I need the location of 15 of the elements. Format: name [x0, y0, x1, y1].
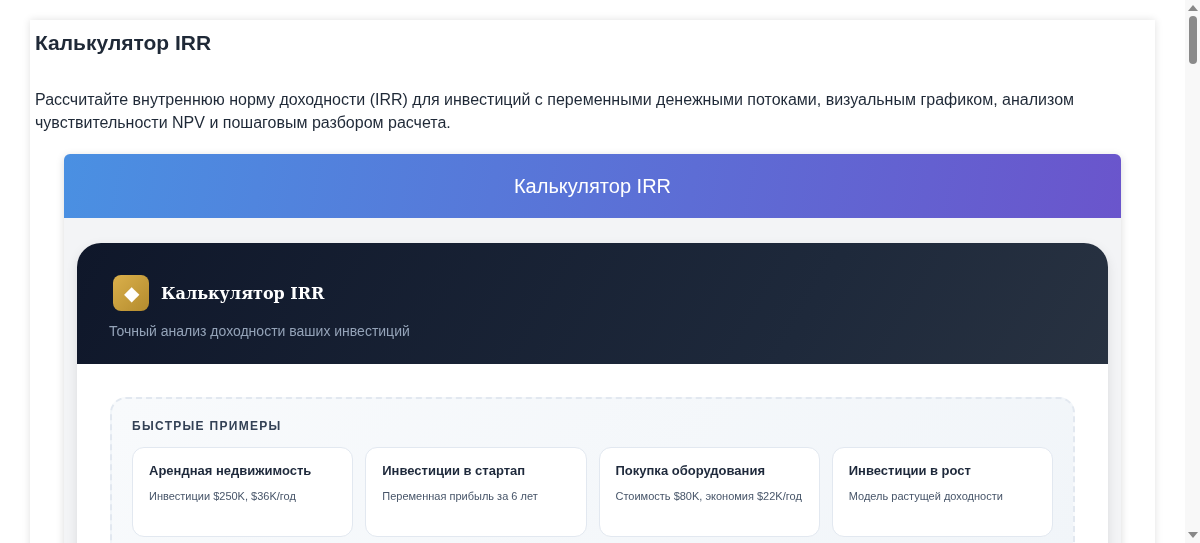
page-description: Рассчитайте внутреннюю норму доходности (IRR) для инвестиций с переменными денежными потоками, визуальным графиком, анализом чувствительности NPV и пошаговым разбором расчета. — [35, 90, 1076, 133]
diamond-logo-icon: ◆ — [113, 275, 149, 311]
brand-subtitle: Точный анализ доходности ваших инвестиций — [109, 323, 411, 339]
example-card[interactable]: Инвестиции в стартап Переменная прибыль за 6 лет — [365, 447, 587, 537]
scrollbar-thumb[interactable] — [1188, 16, 1197, 64]
example-card[interactable]: Покупка оборудования Стоимость $80K, экономия $22K/год — [598, 447, 820, 537]
scroll-up-icon[interactable] — [1187, 5, 1198, 11]
example-card[interactable]: Арендная недвижимость Инвестиции $250K, $36K/год — [132, 447, 354, 537]
banner-title: Калькулятор IRR — [513, 174, 672, 198]
page-title: Калькулятор IRR — [35, 30, 213, 56]
scrollbar[interactable] — [1185, 0, 1200, 543]
scroll-down-icon[interactable] — [1187, 532, 1198, 538]
brand-title: Калькулятор IRR — [161, 283, 325, 303]
example-card[interactable]: Инвестиции в рост Модель растущей доходности — [831, 447, 1053, 537]
section-heading: БЫСТРЫЕ ПРИМЕРЫ — [132, 419, 283, 433]
